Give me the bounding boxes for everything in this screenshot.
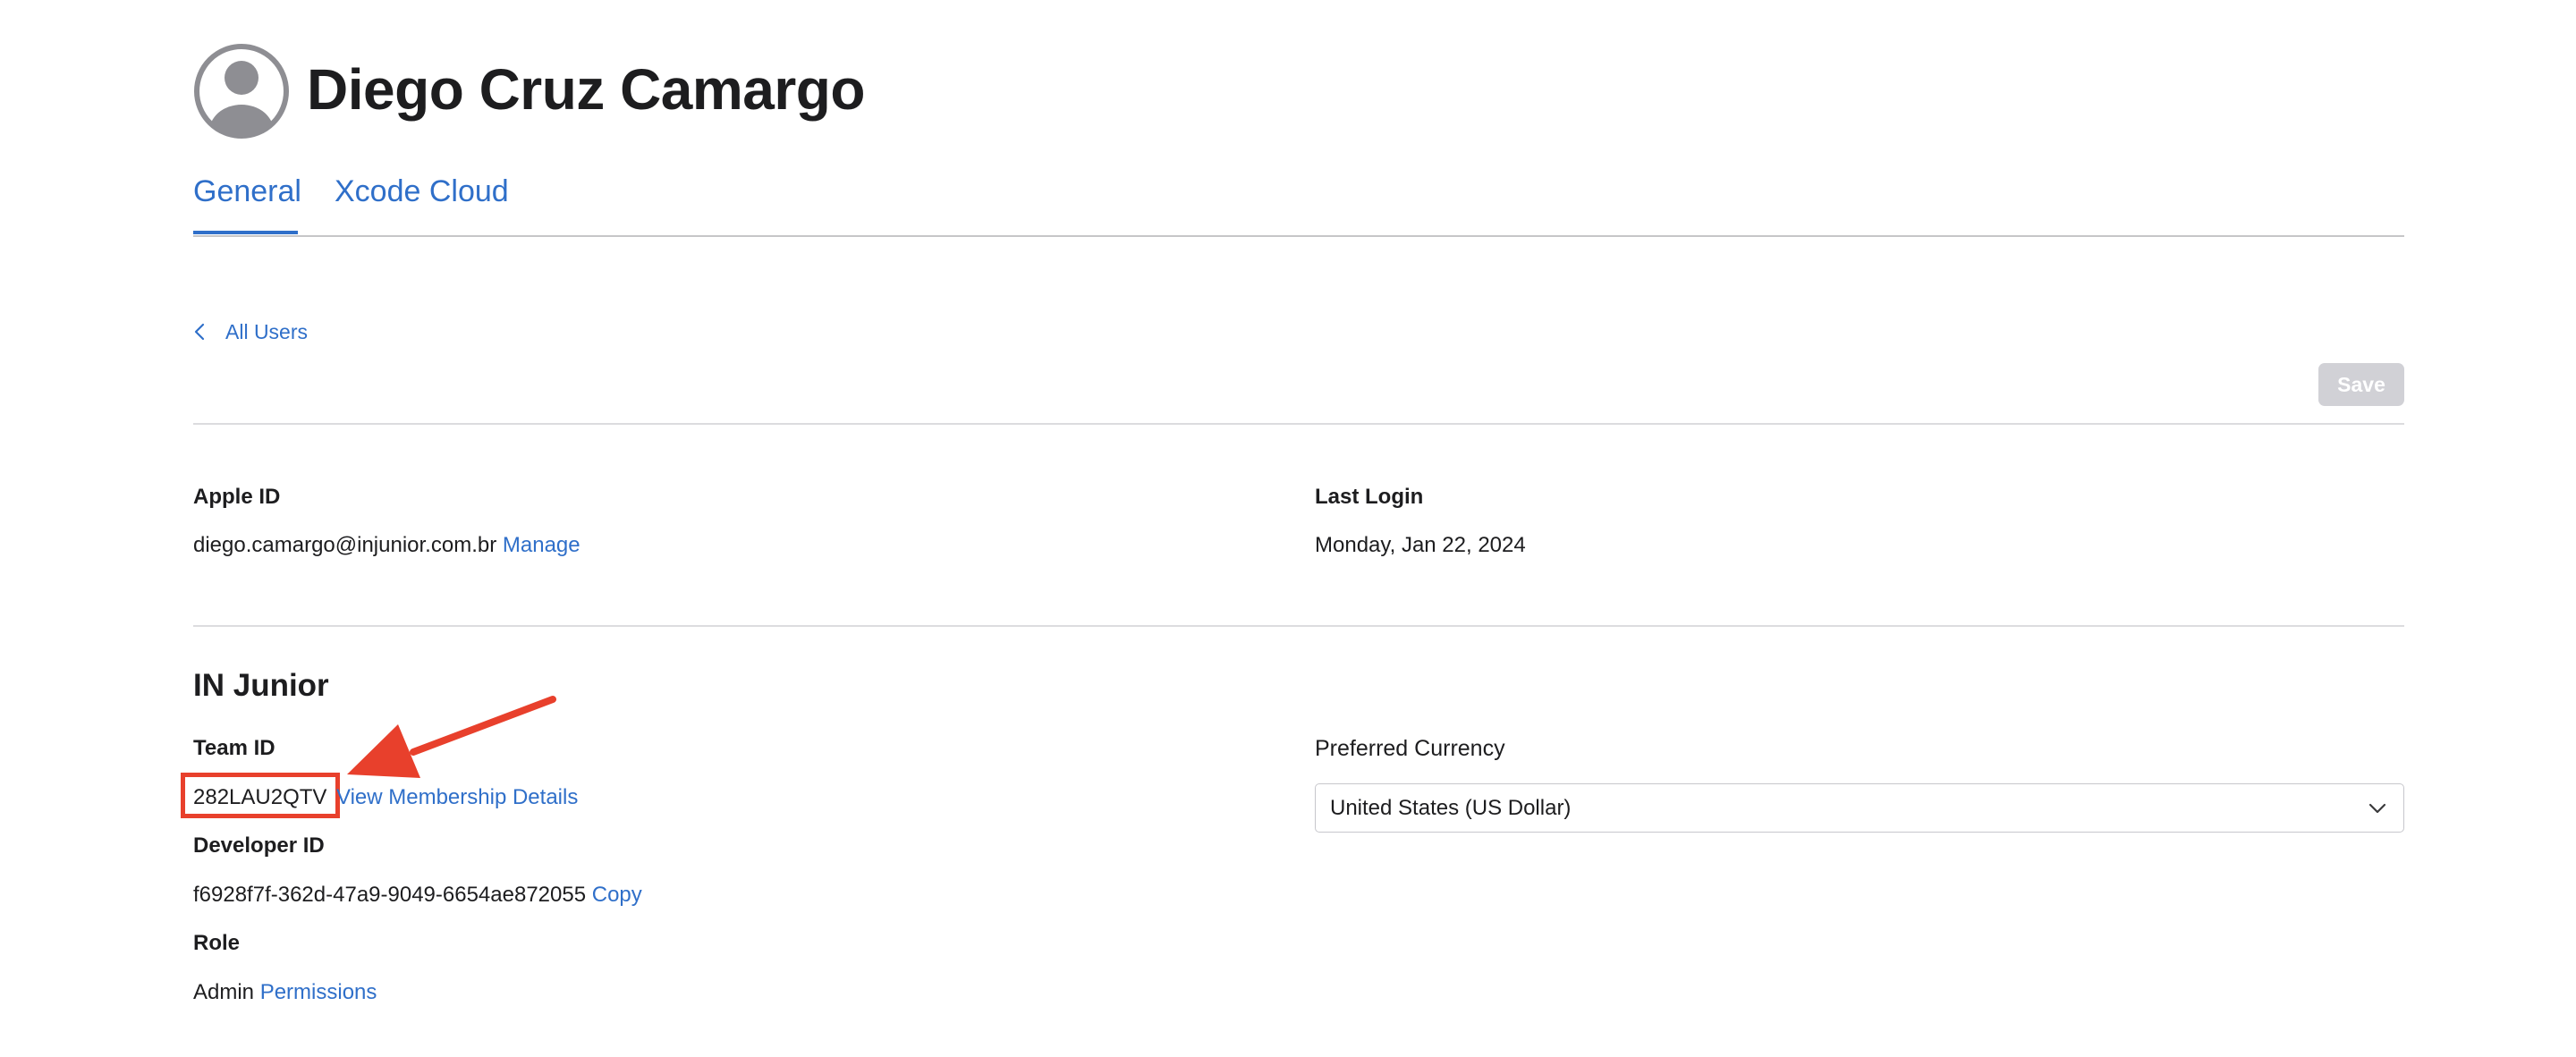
- developer-id-label: Developer ID: [193, 833, 325, 858]
- preferred-currency-label: Preferred Currency: [1315, 736, 1505, 761]
- chevron-down-icon: [2368, 803, 2386, 813]
- all-users-link[interactable]: All Users: [193, 318, 308, 345]
- last-login-label: Last Login: [1315, 485, 1424, 509]
- save-button[interactable]: Save: [2318, 363, 2404, 406]
- apple-id-email: diego.camargo@injunior.com.br: [193, 533, 497, 557]
- permissions-link[interactable]: Permissions: [260, 980, 377, 1004]
- all-users-label: All Users: [225, 319, 309, 343]
- preferred-currency-select[interactable]: United States (US Dollar): [1315, 783, 2404, 833]
- chevron-left-icon: [194, 323, 205, 341]
- team-id-highlight-box: [181, 773, 340, 818]
- active-tab-indicator: [193, 231, 298, 234]
- role-label: Role: [193, 931, 241, 955]
- copy-link[interactable]: Copy: [592, 883, 642, 907]
- apple-id-value: diego.camargo@injunior.com.br Manage: [193, 532, 580, 559]
- apple-id-label: Apple ID: [193, 485, 281, 509]
- role-value: Admin Permissions: [193, 979, 377, 1006]
- tabs-divider: [193, 235, 2404, 237]
- role-text: Admin: [193, 980, 255, 1004]
- developer-id-text: f6928f7f-362d-47a9-9049-6654ae872055: [193, 883, 587, 907]
- divider: [193, 423, 2404, 425]
- team-name-heading: IN Junior: [193, 668, 329, 703]
- tab-general[interactable]: General: [193, 176, 301, 207]
- team-id-label: Team ID: [193, 736, 275, 760]
- preferred-currency-value: United States (US Dollar): [1330, 795, 1572, 820]
- page-title: Diego Cruz Camargo: [307, 57, 865, 122]
- view-membership-details-link[interactable]: View Membership Details: [336, 784, 578, 811]
- divider: [193, 625, 2404, 627]
- avatar-icon: [192, 42, 291, 140]
- manage-link[interactable]: Manage: [503, 533, 580, 557]
- tab-xcode-cloud[interactable]: Xcode Cloud: [335, 176, 509, 207]
- developer-id-value: f6928f7f-362d-47a9-9049-6654ae872055 Cop…: [193, 882, 642, 909]
- last-login-value: Monday, Jan 22, 2024: [1315, 533, 1526, 557]
